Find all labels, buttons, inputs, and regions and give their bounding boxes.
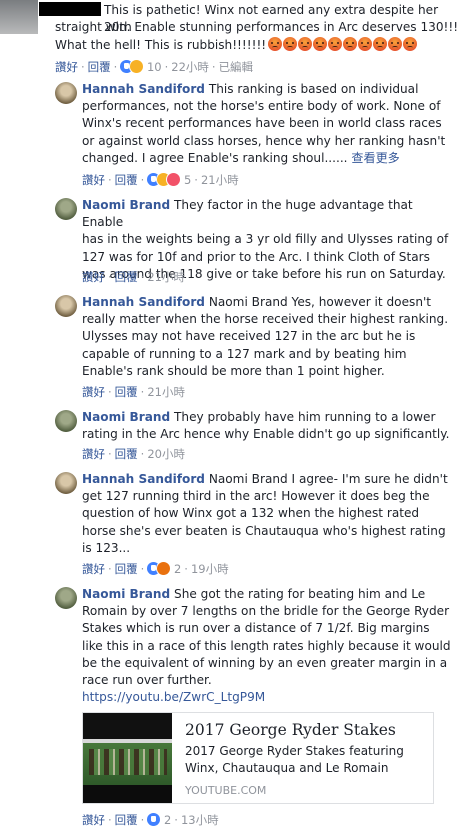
- edited-label: 已編輯: [218, 60, 254, 74]
- reply-button[interactable]: 回覆: [88, 60, 111, 74]
- top-comment-avatar[interactable]: [0, 0, 38, 34]
- see-more-link[interactable]: 查看更多: [351, 151, 399, 165]
- reply-button[interactable]: 回覆: [115, 813, 138, 827]
- like-reaction-icon: [147, 813, 161, 826]
- reply-text: Naomi Brand They probably have him runni…: [82, 409, 457, 443]
- reply-line: Naomi Brand Yes, however it doesn't: [208, 295, 432, 309]
- reply-line: rating in the Arc hence why Enable didn'…: [82, 427, 450, 442]
- reply-text: Hannah Sandiford Naomi Brand I agree- I'…: [82, 471, 457, 557]
- top-comment-actions: 讚好 · 回覆 · 10 · 22小時 · 已編輯: [55, 60, 254, 74]
- timestamp[interactable]: 21小時: [201, 173, 239, 187]
- reaction-summary[interactable]: 2: [147, 813, 171, 827]
- reply-line: Stakes which is run over a distance of 7…: [82, 621, 430, 636]
- like-button[interactable]: 讚好: [82, 447, 105, 461]
- reply-actions: 讚好 · 回覆 · 2 · 13小時: [82, 813, 219, 827]
- like-button[interactable]: 讚好: [82, 173, 105, 187]
- reply-text: Hannah Sandiford Naomi Brand Yes, howeve…: [82, 294, 457, 380]
- link-preview-card[interactable]: 2017 George Ryder Stakes 2017 George Ryd…: [82, 712, 434, 804]
- reply-line: Enable's rank should be more than 1 poin…: [82, 363, 385, 378]
- avatar[interactable]: [55, 472, 77, 494]
- reply-actions: 讚好 · 回覆 · 21小時: [82, 270, 185, 284]
- reply-actions: 讚好 · 回覆 · 20小時: [82, 447, 185, 461]
- reply-line: like this in a race of this length rates…: [82, 638, 451, 653]
- reply-line: Ulysses may not have received 127 in the…: [82, 329, 416, 344]
- reply-line: changed. I agree Enable's ranking shoul.…: [82, 150, 348, 165]
- reply-text: Naomi Brand She got the rating for beati…: [82, 586, 457, 706]
- like-button[interactable]: 讚好: [55, 60, 78, 74]
- card-title[interactable]: 2017 George Ryder Stakes: [185, 721, 396, 739]
- reply-line: horse she's ever beaten is Chautauqua wh…: [82, 523, 446, 538]
- like-button[interactable]: 讚好: [82, 385, 105, 399]
- reaction-summary[interactable]: 2: [147, 562, 181, 576]
- reply-line: They probably have him running to a lowe…: [174, 410, 436, 424]
- avatar[interactable]: [55, 410, 77, 432]
- reply-line: or against world class horses, hence why…: [82, 133, 446, 148]
- reply-line: 127 was for 10f and prior to the Arc. I …: [82, 249, 430, 264]
- angry-emoji-row: [268, 37, 418, 52]
- author-name[interactable]: Naomi Brand: [82, 587, 170, 601]
- thumbnail-rail: [83, 739, 172, 743]
- reaction-summary[interactable]: 5: [147, 173, 191, 187]
- author-name[interactable]: Hannah Sandiford: [82, 82, 205, 96]
- reply-line: has in the weights being a 3 yr old fill…: [82, 232, 449, 247]
- card-description-line: Winx, Chautauqua and Le Romain: [185, 761, 389, 775]
- reply-line: Winx's recent performances have been in …: [82, 116, 442, 131]
- reply-line: performances, not the horse's entire bod…: [82, 99, 441, 114]
- reply-line: Naomi Brand I agree- I'm sure he didn't: [208, 472, 448, 486]
- reply-line: Romain by over 7 lengths on the bridle f…: [82, 604, 450, 619]
- reply-line: capable of running to a 127 mark and by …: [82, 346, 407, 361]
- video-thumbnail[interactable]: [83, 713, 172, 803]
- thumbnail-horses: [89, 749, 167, 775]
- reply-button[interactable]: 回覆: [115, 173, 138, 187]
- timestamp[interactable]: 22小時: [171, 60, 209, 74]
- avatar[interactable]: [55, 82, 77, 104]
- reply-button[interactable]: 回覆: [115, 270, 138, 284]
- top-comment-line-2: straight win. Enable stunning performanc…: [55, 20, 458, 34]
- reply-actions: 讚好 · 回覆 · 5 · 21小時: [82, 173, 239, 187]
- like-button[interactable]: 讚好: [82, 562, 105, 576]
- timestamp[interactable]: 13小時: [181, 813, 219, 827]
- like-button[interactable]: 讚好: [82, 813, 105, 827]
- timestamp[interactable]: 21小時: [147, 270, 185, 284]
- reply-line: get 127 running third in the arc! Howeve…: [82, 489, 430, 504]
- timestamp[interactable]: 21小時: [147, 385, 185, 399]
- timestamp[interactable]: 19小時: [191, 562, 229, 576]
- reply-line: question of how Winx got a 132 when the …: [82, 506, 420, 521]
- card-domain: YOUTUBE.COM: [185, 784, 267, 797]
- thumbnail-bottom-bar: [83, 785, 172, 803]
- reply-line: This ranking is based on individual: [208, 82, 419, 96]
- top-comment-line-3-text: What the hell! This is rubbish!!!!!!!: [55, 38, 267, 52]
- author-name[interactable]: Naomi Brand: [82, 198, 170, 212]
- avatar[interactable]: [55, 198, 77, 220]
- reply-line: race run over further.: [82, 673, 212, 688]
- author-name[interactable]: Hannah Sandiford: [82, 472, 205, 486]
- card-description-line: 2017 George Ryder Stakes featuring: [185, 744, 404, 758]
- avatar[interactable]: [55, 587, 77, 609]
- reply-line: really matter when the horse received th…: [82, 312, 449, 327]
- top-comment-line-3: What the hell! This is rubbish!!!!!!!: [55, 37, 418, 54]
- like-button[interactable]: 讚好: [82, 270, 105, 284]
- reply-line: is 123...: [82, 540, 131, 555]
- author-name[interactable]: Hannah Sandiford: [82, 295, 205, 309]
- reply-button[interactable]: 回覆: [115, 447, 138, 461]
- reply-button[interactable]: 回覆: [115, 562, 138, 576]
- reply-text: Hannah Sandiford This ranking is based o…: [82, 81, 457, 167]
- reply-button[interactable]: 回覆: [115, 385, 138, 399]
- reply-actions: 讚好 · 回覆 · 2 · 19小時: [82, 562, 229, 576]
- redacted-author-name: [39, 2, 101, 16]
- haha-reaction-icon: [130, 60, 144, 73]
- youtube-link[interactable]: https://youtu.be/ZwrC_LtgP9M: [82, 690, 265, 704]
- love-reaction-icon: [167, 173, 181, 186]
- reaction-count: 10: [146, 60, 162, 74]
- timestamp[interactable]: 20小時: [147, 447, 185, 461]
- reply-line: be the equivalent of winning by an even …: [82, 655, 448, 670]
- author-name[interactable]: Naomi Brand: [82, 410, 170, 424]
- reaction-summary[interactable]: 10: [120, 60, 162, 74]
- angry-reaction-icon: [157, 562, 171, 575]
- reply-actions: 讚好 · 回覆 · 21小時: [82, 385, 185, 399]
- reply-line: She got the rating for beating him and L…: [174, 587, 426, 601]
- card-description: 2017 George Ryder Stakes featuring Winx,…: [185, 743, 404, 777]
- avatar[interactable]: [55, 295, 77, 317]
